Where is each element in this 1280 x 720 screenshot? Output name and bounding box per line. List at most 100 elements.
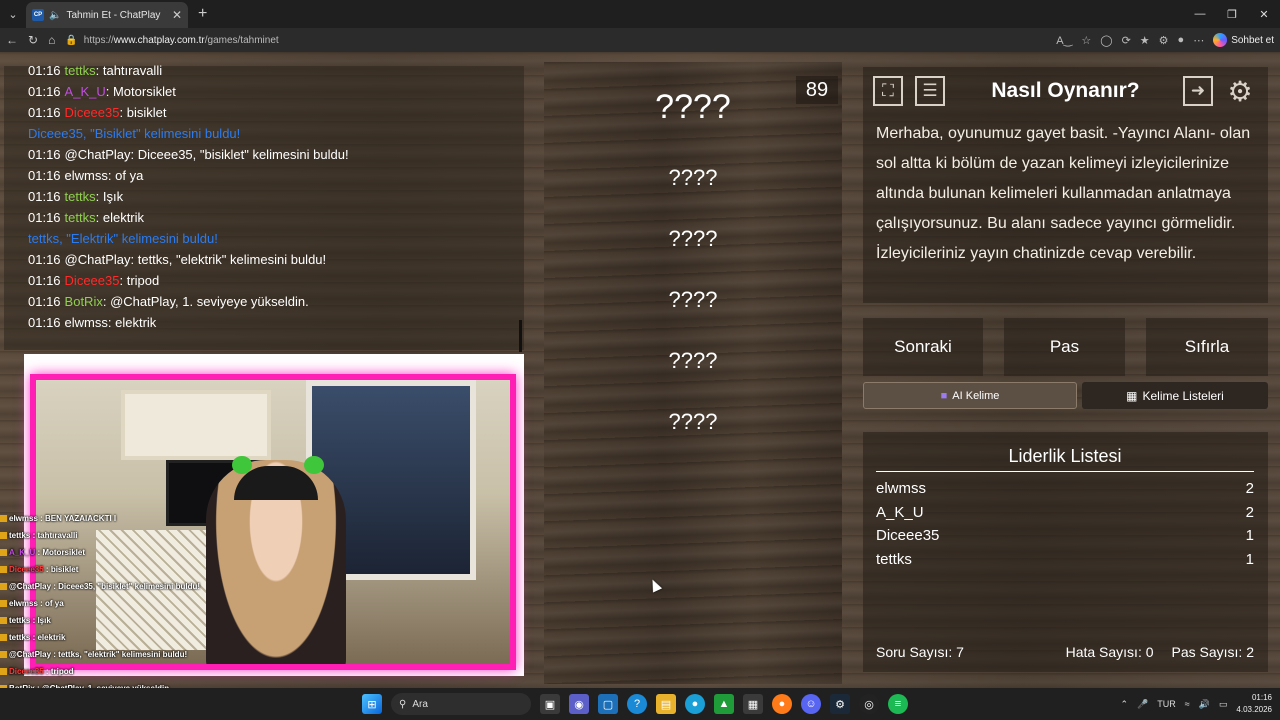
profile-avatar[interactable]: ● <box>1178 34 1185 46</box>
chat-message: 01:16 tettks: Işık <box>28 186 524 207</box>
tab-title: Tahmin Et - ChatPlay <box>66 9 161 21</box>
chat-username[interactable]: @ChatPlay <box>65 147 131 162</box>
microphone-icon[interactable]: 🎤 <box>1137 699 1148 710</box>
chat-panel[interactable]: 01:16 tettks: tahtıravalli 01:16 A_K_U: Mot… <box>4 63 524 350</box>
chat-scrollbar[interactable] <box>519 320 522 352</box>
browser-tab-active[interactable]: CP 🔈 Tahmin Et - ChatPlay ✕ <box>26 2 188 28</box>
pass-button[interactable]: Pas <box>1004 318 1125 376</box>
badge-icon <box>0 549 7 557</box>
badge-icon <box>0 651 7 659</box>
gear-icon[interactable]: ⚙ <box>1225 76 1255 107</box>
more-icon[interactable]: ⋯ <box>1193 34 1204 47</box>
tab-word-lists[interactable]: ▦ Kelime Listeleri <box>1082 382 1268 409</box>
tracking-icon[interactable]: ◯ <box>1100 34 1112 47</box>
chat-username[interactable]: A_K_U <box>65 84 106 99</box>
browser-tabbar: ⌄ CP 🔈 Tahmin Et - ChatPlay ✕ + — ❐ ✕ <box>0 0 1280 28</box>
task-view-icon[interactable]: ▣ <box>540 694 560 714</box>
speaker-icon[interactable]: 🔈 <box>49 10 61 21</box>
tab-list-icon[interactable]: ⌄ <box>0 0 26 28</box>
home-icon[interactable]: ⌂ <box>48 33 55 47</box>
chat-text: : tripod <box>119 273 160 288</box>
forbidden-word: ???? <box>668 348 718 373</box>
tray-expand-icon[interactable]: ⌃ <box>1120 699 1128 710</box>
xbox-icon[interactable]: ▲ <box>714 694 734 714</box>
copilot-label: Sohbet et <box>1231 34 1274 46</box>
url-field[interactable]: 🔒 https://www.chatplay.com.tr/games/tahm… <box>65 30 1046 50</box>
edge-icon[interactable]: ● <box>685 694 705 714</box>
badge-icon <box>0 634 7 642</box>
reset-button[interactable]: Sıfırla <box>1146 318 1268 376</box>
logout-icon[interactable]: ➜ <box>1183 76 1213 106</box>
read-aloud-icon[interactable]: A‿ <box>1056 34 1072 47</box>
back-icon[interactable]: ← <box>6 33 18 47</box>
overlay-chat-text: : Motorsiklet <box>35 548 86 557</box>
copilot-button[interactable]: Sohbet et <box>1213 33 1274 47</box>
chat-username[interactable]: @ChatPlay <box>65 252 131 267</box>
next-button[interactable]: Sonraki <box>863 318 983 376</box>
address-bar-actions: A‿ ☆ ◯ ⟳ ★ ⚙ ● ⋯ Sohbet et <box>1056 33 1274 47</box>
chat-username[interactable]: Diceee35 <box>65 273 120 288</box>
chat-timestamp: 01:16 <box>28 147 61 162</box>
help-icon[interactable]: ? <box>627 694 647 714</box>
firefox-icon[interactable]: ● <box>772 694 792 714</box>
close-window-icon[interactable]: ✕ <box>1248 0 1280 28</box>
tab-ai-word-label: AI Kelime <box>952 389 1000 402</box>
discord-icon[interactable]: ☺ <box>801 694 821 714</box>
steam-icon[interactable]: ⚙ <box>830 694 850 714</box>
tab-word-lists-label: Kelime Listeleri <box>1142 388 1224 403</box>
fullscreen-icon[interactable]: ⛶ <box>873 76 903 106</box>
chat-text: : elektrik <box>95 210 145 225</box>
overlay-chat-message: A_K_U : Motorsiklet <box>0 544 240 561</box>
volume-icon[interactable]: 🔊 <box>1199 699 1210 710</box>
question-count: Soru Sayısı: 7 <box>876 644 964 660</box>
close-tab-icon[interactable]: ✕ <box>172 8 182 22</box>
forbidden-word: ???? <box>668 165 718 190</box>
chat-timestamp: 01:16 <box>28 63 61 78</box>
chat-username[interactable]: tettks <box>65 210 96 225</box>
extensions-icon[interactable]: ⚙ <box>1159 34 1169 47</box>
tab-ai-word[interactable]: ■ AI Kelime <box>863 382 1077 409</box>
clock[interactable]: 01:16 4.03.2026 <box>1236 692 1272 716</box>
teams-icon[interactable]: ◉ <box>569 694 589 714</box>
new-tab-icon[interactable]: + <box>198 5 207 23</box>
windows-taskbar: ⊞ ⚲ Ara ▣ ◉ ▢ ? ▤ ● ▲ ▦ ● ☺ ⚙ ◎ ≡ ⌃ 🎤 TUR… <box>0 688 1280 720</box>
chat-username[interactable]: elwmss <box>65 315 108 330</box>
chat-message: tettks, "Elektrik" kelimesini buldu! <box>28 228 524 249</box>
leaderboard-name: Diceee35 <box>876 527 940 544</box>
battery-icon[interactable]: ▭ <box>1219 699 1228 710</box>
leaderboard-row: tettks 1 <box>876 551 1254 568</box>
leaderboard-row: Diceee35 1 <box>876 527 1254 544</box>
overlay-chat-username: @ChatPlay <box>9 650 52 659</box>
reload-icon[interactable]: ↻ <box>28 33 38 47</box>
how-to-play-panel: ⛶ ☰ Nasıl Oynanır? ➜ ⚙ Merhaba, oyunumuz… <box>863 67 1268 303</box>
ai-icon: ■ <box>940 389 948 402</box>
favorites-icon[interactable]: ★ <box>1140 34 1150 47</box>
chat-timestamp: 01:16 <box>28 210 61 225</box>
chat-username[interactable]: BotRix <box>65 294 103 309</box>
leaderboard-score: 1 <box>1245 550 1254 568</box>
chat-username[interactable]: elwmss <box>65 168 108 183</box>
snip-icon[interactable]: ▢ <box>598 694 618 714</box>
start-icon[interactable]: ⊞ <box>362 694 382 714</box>
list-icon: ▦ <box>1126 388 1138 403</box>
leaderboard-row: elwmss 2 <box>876 480 1254 497</box>
chat-username[interactable]: tettks <box>65 189 96 204</box>
refresh-extension-icon[interactable]: ⟳ <box>1122 34 1131 47</box>
maximize-icon[interactable]: ❐ <box>1216 0 1248 28</box>
chat-username[interactable]: tettks <box>65 63 96 78</box>
url-path: /games/tahminet <box>204 34 279 46</box>
taskbar-search[interactable]: ⚲ Ara <box>391 693 531 715</box>
minimize-icon[interactable]: — <box>1184 0 1216 28</box>
file-explorer-icon[interactable]: ▤ <box>656 694 676 714</box>
chat-message: 01:16 A_K_U: Motorsiklet <box>28 81 524 102</box>
overlay-chat-text: : elektrik <box>30 633 66 642</box>
store-icon[interactable]: ▦ <box>743 694 763 714</box>
obs-icon[interactable]: ◎ <box>859 694 879 714</box>
overlay-chat-username: tettks <box>9 633 31 642</box>
language-indicator[interactable]: TUR <box>1157 699 1176 709</box>
favorite-star-icon[interactable]: ☆ <box>1081 34 1091 47</box>
spotify-icon[interactable]: ≡ <box>888 694 908 714</box>
wifi-icon[interactable]: ≈ <box>1185 699 1190 709</box>
overlay-chat-text: : of ya <box>37 599 64 608</box>
chat-username[interactable]: Diceee35 <box>65 105 120 120</box>
